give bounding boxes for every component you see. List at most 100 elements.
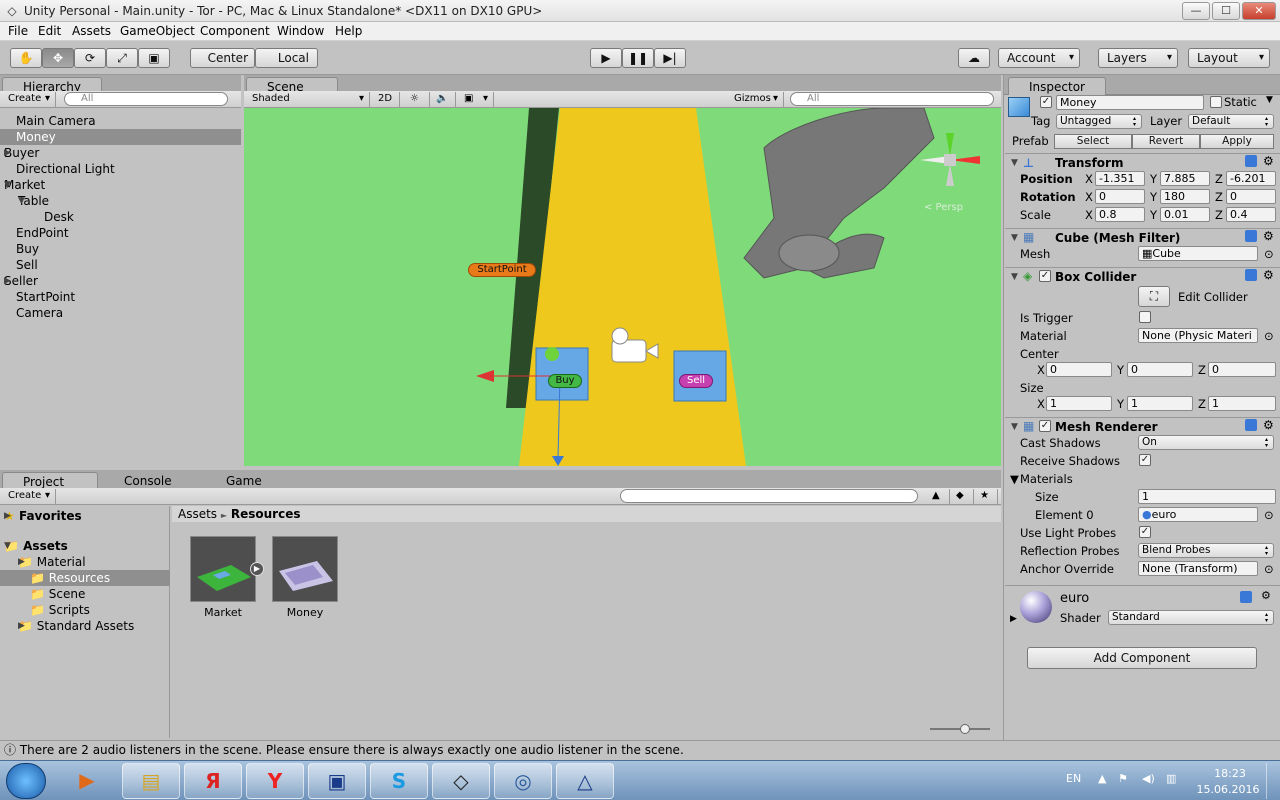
maximize-button[interactable]: ☐ [1212, 2, 1240, 20]
expand-triangle-icon[interactable]: ▶ [18, 554, 25, 570]
move-tool-icon[interactable]: ✥ [42, 48, 74, 68]
hierarchy-item[interactable]: StartPoint [16, 289, 75, 305]
add-component-button[interactable]: Add Component [1027, 647, 1257, 669]
mode-2d-toggle[interactable]: 2D [374, 92, 400, 107]
object-picker-icon[interactable]: ⊙ [1264, 562, 1274, 576]
gear-icon[interactable]: ⚙ [1263, 418, 1274, 432]
hierarchy-item[interactable]: Sell [16, 257, 38, 273]
hierarchy-item[interactable]: ▶ Buyer [4, 145, 39, 161]
status-bar[interactable]: ⓘ There are 2 audio listeners in the sce… [0, 740, 1280, 760]
skype-icon[interactable]: S [370, 763, 428, 799]
clock-time[interactable]: 18:23 [1200, 767, 1260, 780]
pivot-center-button[interactable]: Center [190, 48, 255, 68]
position-y-field[interactable]: 7.885 [1160, 171, 1210, 186]
y-axis-handle[interactable] [545, 347, 559, 361]
hierarchy-item[interactable]: ▶ Seller [4, 273, 38, 289]
size-z-field[interactable]: 1 [1208, 396, 1276, 411]
collapse-triangle-icon[interactable]: ▼ [1011, 272, 1018, 282]
expand-triangle-icon[interactable]: ▶ [18, 618, 25, 634]
folder-item[interactable]: 📁 Scene [30, 586, 85, 602]
center-z-field[interactable]: 0 [1208, 362, 1276, 377]
folder-item[interactable]: 📁 Scripts [30, 602, 90, 618]
materials-size-field[interactable]: 1 [1138, 489, 1276, 504]
transform-header[interactable]: ▼ ⊥ Transform ⚙ [1005, 153, 1280, 171]
active-checkbox[interactable]: ✓ [1040, 96, 1052, 108]
enabled-checkbox[interactable]: ✓ [1039, 420, 1051, 432]
menu-help[interactable]: Help [335, 24, 362, 38]
layers-dropdown[interactable]: Layers [1098, 48, 1178, 68]
help-icon[interactable] [1245, 269, 1257, 281]
edit-collider-icon[interactable]: ⛶ [1138, 286, 1170, 307]
meshrenderer-header[interactable]: ▼ ▦ ✓ Mesh Renderer ⚙ [1005, 417, 1280, 435]
layer-dropdown[interactable]: Default [1188, 114, 1274, 129]
object-picker-icon[interactable]: ⊙ [1264, 247, 1274, 261]
scale-x-field[interactable]: 0.8 [1095, 207, 1145, 222]
hierarchy-item[interactable]: ▼ Table [18, 193, 49, 209]
x-axis-arrow-icon[interactable] [476, 370, 494, 382]
gear-icon[interactable]: ⚙ [1263, 229, 1274, 243]
sell-label[interactable]: Sell [679, 374, 713, 388]
mesh-field[interactable]: ▦Cube [1138, 246, 1258, 261]
help-icon[interactable] [1245, 155, 1257, 167]
shading-dropdown[interactable]: Shaded [248, 92, 370, 107]
collapse-triangle-icon[interactable]: ▼ [4, 538, 11, 554]
hierarchy-item-selected[interactable]: Money [0, 129, 241, 145]
character-model[interactable] [743, 108, 935, 279]
assets-folder[interactable]: ▼ 📁 Assets [4, 538, 68, 554]
collapse-triangle-icon[interactable]: ▼ [1011, 158, 1018, 168]
enabled-checkbox[interactable]: ✓ [1039, 270, 1051, 282]
collapse-triangle-icon[interactable]: ▼ [4, 177, 11, 193]
slider-handle[interactable] [960, 724, 970, 734]
position-z-field[interactable]: -6.201 [1226, 171, 1276, 186]
close-button[interactable]: ✕ [1242, 2, 1276, 20]
step-button[interactable]: ▶| [654, 48, 686, 68]
yandex-browser-icon[interactable]: Я [184, 763, 242, 799]
rotation-y-field[interactable]: 180 [1160, 189, 1210, 204]
hierarchy-search-input[interactable]: All [64, 92, 228, 106]
expand-triangle-icon[interactable]: ▶ [4, 273, 11, 289]
expand-triangle-icon[interactable]: ▶ [1010, 614, 1017, 624]
cast-shadows-dropdown[interactable]: On [1138, 435, 1274, 450]
filter-label-icon[interactable]: ◆ [952, 489, 974, 504]
lighting-toggle-icon[interactable]: ☼ [406, 92, 430, 107]
hierarchy-create-button[interactable]: Create [4, 92, 56, 107]
menu-assets[interactable]: Assets [72, 24, 111, 38]
unity-taskbar-icon[interactable]: ◇ [432, 763, 490, 799]
menu-gameobject[interactable]: GameObject [120, 24, 195, 38]
object-picker-icon[interactable]: ⊙ [1264, 329, 1274, 343]
favorite-star-icon[interactable]: ★ [976, 489, 998, 504]
expand-triangle-icon[interactable]: ▶ [4, 145, 11, 161]
hierarchy-item[interactable]: Buy [16, 241, 39, 257]
rotation-z-field[interactable]: 0 [1226, 189, 1276, 204]
show-desktop-button[interactable] [1266, 763, 1278, 799]
language-indicator[interactable]: EN [1066, 772, 1081, 785]
hierarchy-item[interactable]: Directional Light [16, 161, 115, 177]
account-dropdown[interactable]: Account [998, 48, 1080, 68]
file-explorer-icon[interactable]: ▤ [122, 763, 180, 799]
static-dropdown-icon[interactable]: ▼ [1266, 95, 1273, 105]
breadcrumb-current[interactable]: Resources [231, 507, 301, 521]
asset-thumbnail-market[interactable] [190, 536, 256, 602]
prefab-revert-button[interactable]: Revert [1132, 134, 1200, 149]
hand-tool-icon[interactable]: ✋ [10, 48, 42, 68]
hierarchy-item[interactable]: Main Camera [16, 113, 96, 129]
meshfilter-header[interactable]: ▼ ▦ Cube (Mesh Filter) ⚙ [1005, 228, 1280, 246]
effects-toggle-icon[interactable]: ▣ [460, 92, 494, 107]
expand-triangle-icon[interactable]: ▶ [4, 508, 11, 524]
prefab-select-button[interactable]: Select [1054, 134, 1132, 149]
gear-icon[interactable]: ⚙ [1263, 154, 1274, 168]
breadcrumb-root[interactable]: Assets [178, 507, 217, 521]
filter-type-icon[interactable]: ▲ [928, 489, 950, 504]
collapse-triangle-icon[interactable]: ▼ [1011, 422, 1018, 432]
expand-prefab-icon[interactable]: ▶ [250, 562, 264, 576]
asset-thumbnail-money[interactable] [272, 536, 338, 602]
start-button-icon[interactable] [6, 763, 46, 799]
object-name-field[interactable]: Money [1056, 95, 1204, 110]
yandex-icon[interactable]: Y [246, 763, 304, 799]
tab-inspector[interactable]: Inspector [1008, 77, 1106, 95]
hierarchy-item[interactable]: Camera [16, 305, 63, 321]
app-swirl-icon[interactable]: ◎ [494, 763, 552, 799]
element-field[interactable]: ●euro [1138, 507, 1258, 522]
play-button[interactable]: ▶ [590, 48, 622, 68]
position-x-field[interactable]: -1.351 [1095, 171, 1145, 186]
